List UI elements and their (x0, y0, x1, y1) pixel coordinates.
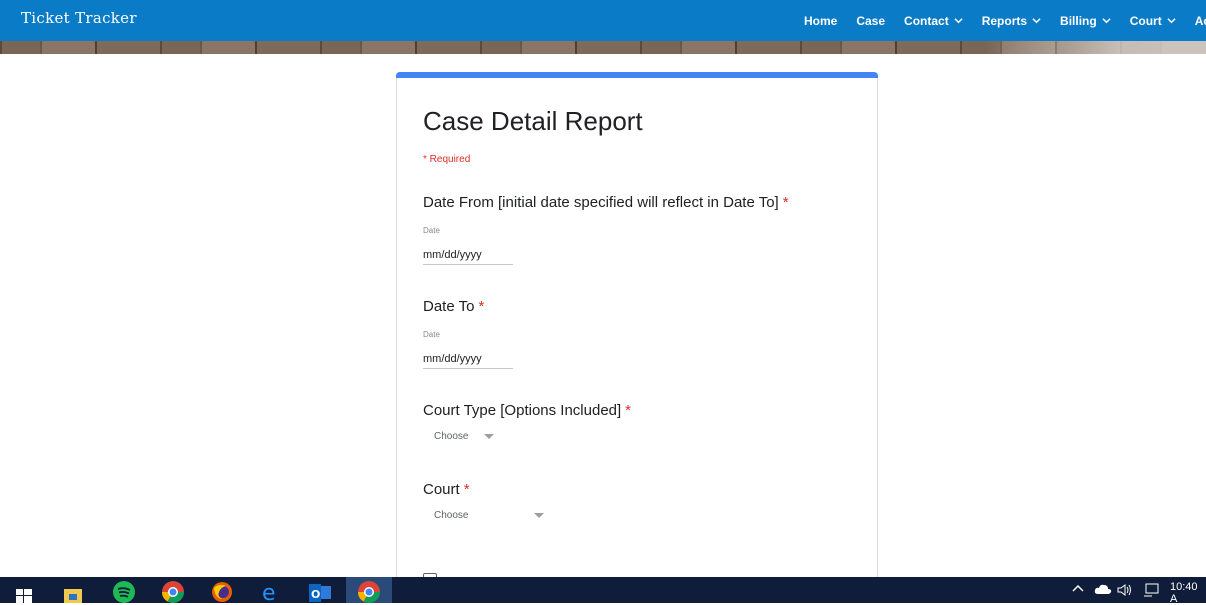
required-star: * (463, 481, 470, 498)
nav-billing-label: Billing (1060, 13, 1097, 28)
required-star: * (782, 194, 789, 211)
court-select-value: Choose (434, 510, 469, 521)
nav-court-label: Court (1129, 13, 1162, 28)
outlook-icon[interactable]: O (307, 580, 333, 603)
windows-start-icon[interactable] (11, 580, 37, 603)
question-court: Court * (423, 481, 470, 498)
chevron-down-icon (1032, 18, 1041, 24)
court-type-select-value: Choose (434, 431, 469, 442)
nav-court[interactable]: Court (1130, 14, 1176, 28)
chrome-active-icon[interactable] (346, 577, 392, 603)
form-title: Case Detail Report (423, 106, 643, 136)
main-nav: Home Case Contact Reports Billing Court … (804, 0, 1206, 41)
court-type-select[interactable]: Choose (434, 431, 495, 442)
form-card: Case Detail Report * Required Date From … (396, 72, 878, 593)
nav-account[interactable]: Ac (1195, 14, 1206, 28)
question-court-type-label: Court Type [Options Included] (423, 402, 622, 419)
svg-text:e: e (262, 581, 276, 603)
nav-reports[interactable]: Reports (982, 14, 1041, 28)
date-to-sublabel: Date (423, 330, 440, 339)
question-date-to-label: Date To (423, 298, 475, 315)
tray-chevron-up-icon[interactable] (1072, 583, 1084, 596)
chevron-down-icon (954, 18, 963, 24)
nav-reports-label: Reports (981, 13, 1028, 28)
spotify-icon[interactable] (111, 580, 137, 603)
question-court-type: Court Type [Options Included] * (423, 402, 631, 419)
required-note: * Required (423, 154, 471, 165)
brand-title[interactable]: Ticket Tracker (21, 9, 137, 27)
nav-home-label: Home (804, 13, 838, 28)
volume-icon[interactable] (1117, 583, 1133, 600)
network-icon[interactable] (1143, 583, 1159, 600)
required-star: * (478, 298, 485, 315)
dropdown-arrow-icon (534, 513, 545, 518)
chevron-down-icon (1167, 18, 1176, 24)
nav-case-label: Case (856, 13, 886, 28)
required-star: * (625, 402, 632, 419)
chevron-down-icon (1102, 18, 1111, 24)
question-date-to: Date To * (423, 298, 484, 315)
form-card-accent-bar (396, 72, 878, 78)
onedrive-cloud-icon[interactable] (1094, 583, 1112, 598)
nav-account-label: Ac (1194, 13, 1206, 28)
date-from-sublabel: Date (423, 226, 440, 235)
question-court-label: Court (423, 481, 460, 498)
date-from-input[interactable]: mm/dd/yyyy (423, 249, 513, 265)
firefox-icon[interactable] (209, 580, 235, 603)
question-date-from: Date From [initial date specified will r… (423, 194, 789, 211)
question-date-from-label: Date From [initial date specified will r… (423, 194, 779, 211)
nav-contact-label: Contact (904, 13, 949, 28)
taskbar-clock[interactable]: 10:40 A (1170, 581, 1206, 605)
windows-taskbar: e O 10:40 A (0, 577, 1206, 605)
header-banner-highlight (986, 41, 1206, 54)
dropdown-arrow-icon (484, 434, 495, 439)
court-select[interactable]: Choose (434, 510, 545, 521)
nav-home[interactable]: Home (804, 14, 837, 28)
nav-case[interactable]: Case (856, 14, 885, 28)
nav-contact[interactable]: Contact (904, 14, 963, 28)
svg-text:O: O (311, 588, 320, 601)
nav-billing[interactable]: Billing (1060, 14, 1111, 28)
date-to-input[interactable]: mm/dd/yyyy (423, 353, 513, 369)
edge-icon[interactable]: e (258, 580, 284, 603)
chrome-icon[interactable] (160, 580, 186, 603)
top-nav-bar: Ticket Tracker Home Case Contact Reports… (0, 0, 1206, 41)
file-explorer-icon[interactable] (60, 580, 86, 603)
